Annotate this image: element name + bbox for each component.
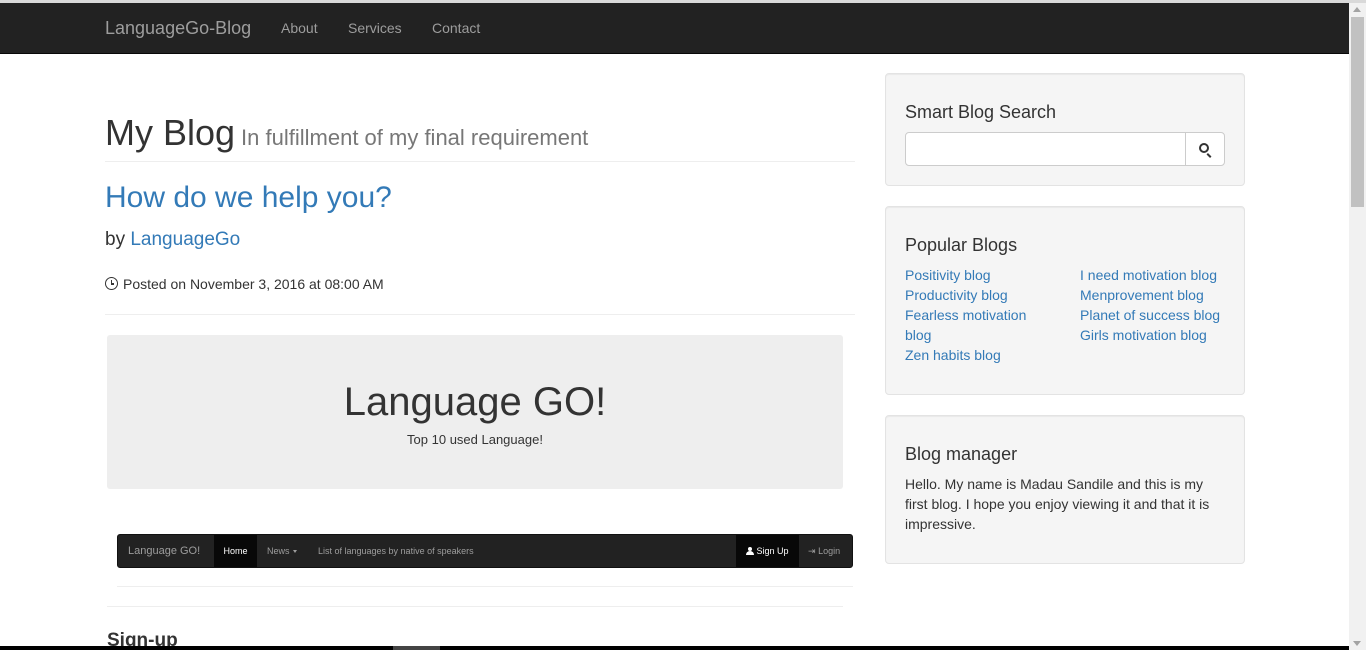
popular-blog-link[interactable]: blog (905, 325, 931, 345)
top-navbar: LanguageGo-Blog About Services Contact (0, 3, 1349, 54)
login-icon: ⇥ (808, 546, 816, 556)
post-byline: by LanguageGo (105, 229, 240, 251)
embedded-nav-news[interactable]: News (267, 546, 297, 556)
byline-prefix: by (105, 229, 126, 250)
search-button[interactable] (1185, 132, 1225, 166)
clock-icon (105, 277, 118, 290)
blog-manager-panel: Blog manager Hello. My name is Madau San… (885, 415, 1245, 564)
page-subtitle: In fulfillment of my final requirement (241, 125, 589, 150)
user-icon (746, 547, 755, 555)
popular-blog-link[interactable]: I need motivation blog (1080, 265, 1217, 285)
vertical-scrollbar[interactable] (1349, 3, 1366, 650)
caret-down-icon (292, 550, 297, 553)
scroll-down-arrow-icon[interactable] (1353, 641, 1361, 646)
embedded-nav-language-list[interactable]: List of languages by native of speakers (318, 546, 474, 556)
popular-blog-link[interactable]: Productivity blog (905, 285, 1008, 305)
window-bottom-border (0, 646, 1349, 650)
jumbotron-subtitle: Top 10 used Language! (407, 432, 543, 447)
embedded-navbar-brand[interactable]: Language GO! (128, 545, 200, 557)
post-date-text: Posted on November 3, 2016 at 08:00 AM (123, 276, 384, 292)
navbar-brand[interactable]: LanguageGo-Blog (105, 18, 251, 39)
jumbotron: Language GO! Top 10 used Language! (107, 335, 843, 489)
embedded-nav-home[interactable]: Home (214, 535, 257, 567)
post-author-link[interactable]: LanguageGo (130, 229, 240, 250)
jumbotron-title: Language GO! (343, 380, 607, 424)
popular-blog-link[interactable]: Menprovement blog (1080, 285, 1204, 305)
section-divider-2 (107, 606, 843, 607)
window-bottom-segment (393, 646, 440, 650)
page-title: My Blog In fulfillment of my final requir… (105, 112, 588, 154)
post-divider (105, 314, 855, 315)
popular-blog-link[interactable]: Planet of success blog (1080, 305, 1220, 325)
blog-manager-title: Blog manager (905, 444, 1018, 464)
search-icon (1199, 143, 1209, 153)
blog-search-input[interactable] (905, 132, 1187, 166)
popular-blogs-title: Popular Blogs (905, 235, 1018, 255)
scrollbar-thumb[interactable] (1351, 17, 1364, 207)
popular-blog-link[interactable]: Girls motivation blog (1080, 325, 1207, 345)
page-title-text: My Blog (105, 112, 236, 153)
nav-link-services[interactable]: Services (348, 20, 402, 36)
nav-link-about[interactable]: About (281, 20, 318, 36)
scroll-up-arrow-icon[interactable] (1353, 7, 1361, 12)
embedded-login-link[interactable]: ⇥ Login (808, 546, 840, 557)
embedded-navbar: Language GO! Home News List of languages… (117, 534, 853, 568)
search-panel: Smart Blog Search (885, 73, 1245, 186)
embedded-login-label: Login (818, 546, 841, 556)
popular-blogs-panel: Popular Blogs Positivity blog Productivi… (885, 206, 1245, 395)
blog-manager-text: Hello. My name is Madau Sandile and this… (905, 476, 1210, 532)
popular-blog-link[interactable]: Zen habits blog (905, 345, 1001, 365)
post-title-link[interactable]: How do we help you? (105, 181, 392, 215)
popular-blog-link[interactable]: Fearless motivation (905, 305, 1026, 325)
embedded-nav-news-label: News (267, 546, 290, 556)
title-divider (105, 161, 855, 162)
nav-link-contact[interactable]: Contact (432, 20, 480, 36)
embedded-signup-button[interactable]: Sign Up (736, 535, 799, 567)
search-panel-title: Smart Blog Search (905, 102, 1057, 122)
section-divider-1 (117, 586, 853, 587)
embedded-signup-label: Sign Up (756, 546, 789, 556)
post-date: Posted on November 3, 2016 at 08:00 AM (105, 276, 384, 292)
popular-blog-link[interactable]: Positivity blog (905, 265, 991, 285)
